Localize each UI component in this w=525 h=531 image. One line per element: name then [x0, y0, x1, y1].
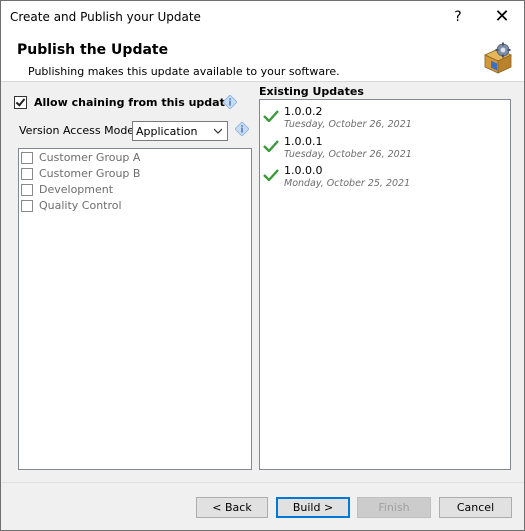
existing-updates-label: Existing Updates: [259, 85, 364, 98]
version-access-info-icon[interactable]: [235, 122, 249, 136]
publish-update-dialog: Create and Publish your Update ? ✕ Publi…: [0, 0, 525, 531]
customer-groups-list: Customer Group A Customer Group B Develo…: [18, 148, 252, 470]
info-icon[interactable]: [223, 95, 237, 109]
green-check-icon: [263, 140, 279, 152]
update-date: Monday, October 25, 2021: [284, 178, 411, 189]
chevron-down-icon: [214, 128, 222, 134]
update-version: 1.0.0.2: [284, 105, 323, 118]
version-access-mode-select[interactable]: Application: [132, 121, 228, 141]
customer-group-checkbox[interactable]: [21, 167, 33, 180]
update-version: 1.0.0.0: [284, 164, 323, 177]
customer-group-checkbox[interactable]: [21, 199, 33, 212]
customer-group-item[interactable]: Development: [21, 183, 113, 196]
close-button[interactable]: ✕: [482, 1, 522, 32]
customer-group-label: Customer Group A: [39, 151, 141, 164]
existing-updates-list: 1.0.0.2 Tuesday, October 26, 2021 1.0.0.…: [259, 99, 511, 470]
green-check-icon: [263, 110, 279, 122]
help-button[interactable]: ?: [438, 1, 478, 32]
window-title: Create and Publish your Update: [10, 10, 201, 24]
close-icon: ✕: [494, 6, 510, 27]
customer-group-item[interactable]: Customer Group A: [21, 151, 140, 164]
update-date: Tuesday, October 26, 2021: [284, 119, 412, 130]
version-access-mode-label: Version Access Mode:: [19, 124, 138, 137]
customer-group-label: Customer Group B: [39, 167, 141, 180]
customer-group-item[interactable]: Customer Group B: [21, 167, 140, 180]
page-subtitle: Publishing makes this update available t…: [28, 65, 340, 78]
update-date: Tuesday, October 26, 2021: [284, 149, 412, 160]
finish-button[interactable]: Finish: [357, 497, 431, 518]
title-bar: Create and Publish your Update ? ✕: [1, 1, 524, 32]
customer-group-label: Quality Control: [39, 199, 122, 212]
wizard-header: Publish the Update Publishing makes this…: [1, 32, 524, 82]
customer-group-checkbox[interactable]: [21, 183, 33, 196]
help-icon: ?: [454, 8, 462, 25]
customer-group-item[interactable]: Quality Control: [21, 199, 122, 212]
customer-group-checkbox[interactable]: [21, 151, 33, 164]
version-access-mode-value: Application: [136, 125, 198, 138]
update-version: 1.0.0.1: [284, 135, 323, 148]
allow-chaining-label: Allow chaining from this update: [34, 96, 233, 109]
back-button[interactable]: < Back: [196, 497, 268, 518]
customer-group-label: Development: [39, 183, 114, 196]
green-check-icon: [263, 169, 279, 181]
allow-chaining-check-box[interactable]: [14, 96, 27, 109]
package-update-icon: [484, 42, 512, 74]
build-button[interactable]: Build >: [276, 497, 350, 518]
cancel-button[interactable]: Cancel: [439, 497, 512, 518]
allow-chaining-checkbox[interactable]: Allow chaining from this update: [14, 96, 232, 109]
page-title: Publish the Update: [17, 42, 169, 58]
footer-divider: [1, 482, 524, 483]
